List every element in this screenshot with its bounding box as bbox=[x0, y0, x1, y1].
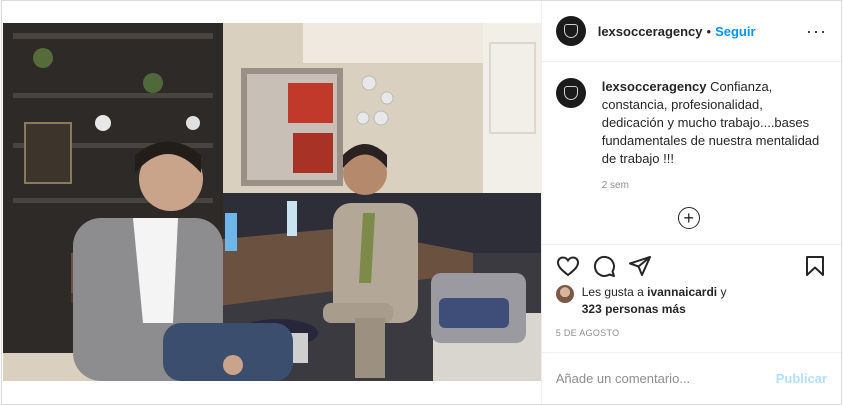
comment-icon[interactable] bbox=[592, 254, 616, 278]
liker-avatar[interactable] bbox=[555, 285, 574, 303]
post-actions: Les gusta a ivannaicardi y 323 personas … bbox=[541, 244, 841, 338]
comment-input[interactable] bbox=[555, 371, 776, 386]
liker-username[interactable]: ivannaicardi bbox=[647, 285, 717, 299]
post-side-panel: lexsocceragency • Seguir ··· lexsoccerag… bbox=[540, 1, 841, 404]
caption-username[interactable]: lexsocceragency bbox=[602, 79, 707, 94]
bookmark-icon[interactable] bbox=[803, 254, 827, 278]
header-separator: • bbox=[706, 23, 712, 39]
post-media bbox=[2, 1, 541, 404]
add-comment-form: Publicar bbox=[541, 352, 841, 404]
load-more-comments-button[interactable]: + bbox=[677, 207, 700, 229]
more-options-icon[interactable]: ··· bbox=[806, 22, 827, 40]
post-photo[interactable] bbox=[3, 23, 541, 381]
share-icon[interactable] bbox=[628, 254, 652, 278]
publish-button[interactable]: Publicar bbox=[776, 371, 827, 386]
agency-crest-icon bbox=[563, 24, 578, 38]
likes-connector: y bbox=[720, 285, 727, 299]
agency-crest-icon bbox=[563, 86, 578, 100]
instagram-post: lexsocceragency • Seguir ··· lexsoccerag… bbox=[1, 0, 842, 405]
heart-icon[interactable] bbox=[556, 254, 580, 278]
office-meeting-photo bbox=[3, 23, 541, 381]
author-username[interactable]: lexsocceragency bbox=[598, 24, 703, 39]
caption-row: lexsocceragency Confianza, constancia, p… bbox=[555, 78, 827, 168]
plus-circle-icon: + bbox=[683, 207, 694, 228]
post-date[interactable]: 5 DE AGOSTO bbox=[556, 328, 827, 338]
action-icons bbox=[556, 253, 827, 279]
post-header: lexsocceragency • Seguir ··· bbox=[541, 1, 841, 62]
caption-time[interactable]: 2 sem bbox=[602, 180, 827, 191]
likes-summary: Les gusta a ivannaicardi y 323 personas … bbox=[555, 284, 827, 318]
likes-others-link[interactable]: 323 personas más bbox=[582, 302, 686, 316]
caption-avatar[interactable] bbox=[555, 78, 586, 108]
author-avatar[interactable] bbox=[555, 16, 586, 46]
caption-area: lexsocceragency Confianza, constancia, p… bbox=[542, 62, 841, 244]
likes-text: Les gusta a ivannaicardi y 323 personas … bbox=[582, 284, 727, 318]
follow-button[interactable]: Seguir bbox=[715, 24, 755, 39]
likes-prefix: Les gusta a bbox=[581, 285, 644, 299]
caption-text: lexsocceragency Confianza, constancia, p… bbox=[602, 78, 822, 168]
